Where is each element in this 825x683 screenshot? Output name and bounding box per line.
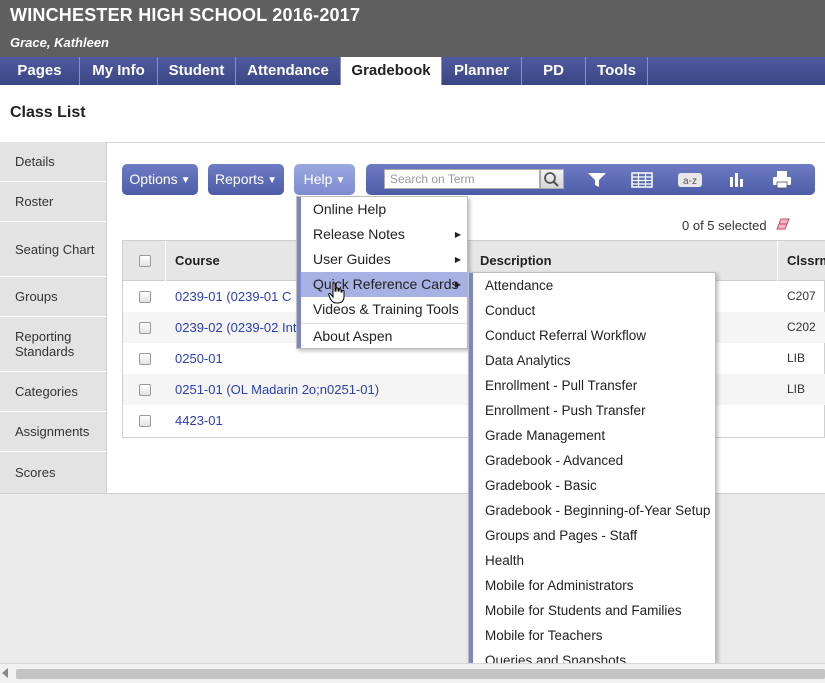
row-checkbox[interactable] (139, 415, 151, 427)
quick-reference-submenu: Attendance Conduct Conduct Referral Work… (468, 272, 716, 666)
menu-item-online-help[interactable]: Online Help (301, 197, 467, 222)
horizontal-scrollbar[interactable] (0, 663, 825, 683)
column-divider (165, 241, 166, 281)
side-tab-assignments[interactable]: Assignments (0, 412, 106, 452)
column-course[interactable]: Course (175, 241, 220, 281)
course-link[interactable]: 0250-01 (175, 343, 223, 374)
submenu-arrow-icon: ▶ (454, 280, 461, 289)
submenu-item[interactable]: Gradebook - Advanced (473, 448, 715, 473)
select-all-checkbox[interactable] (139, 255, 151, 267)
room-cell: LIB (787, 351, 806, 365)
eraser-icon[interactable] (775, 217, 791, 231)
search-input[interactable]: Search on Term (384, 169, 540, 189)
submenu-item[interactable]: Gradebook - Basic (473, 473, 715, 498)
grid-view-icon[interactable] (631, 170, 653, 189)
selection-count: 0 of 5 selected (682, 218, 767, 233)
column-room[interactable]: Clssrm (787, 241, 825, 281)
nav-fill (648, 57, 825, 85)
row-checkbox[interactable] (139, 291, 151, 303)
submenu-item[interactable]: Conduct (473, 298, 715, 323)
reports-label: Reports (215, 171, 265, 187)
submenu-item[interactable]: Mobile for Students and Families (473, 598, 715, 623)
user-name[interactable]: Grace, Kathleen (10, 35, 109, 50)
course-link[interactable]: 0239-02 (0239-02 Intr (175, 312, 301, 343)
row-checkbox[interactable] (139, 353, 151, 365)
tab-student[interactable]: Student (158, 57, 236, 85)
caret-down-icon: ▼ (180, 175, 191, 186)
submenu-item[interactable]: Gradebook - Beginning-of-Year Setup (473, 498, 715, 523)
course-link[interactable]: 0251-01 (OL Madarin 2o;n0251-01) (175, 374, 379, 405)
menu-item-label: User Guides (313, 251, 391, 267)
menu-item-videos-training[interactable]: Videos & Training Tools (301, 297, 467, 322)
help-button[interactable]: Help ▼ (294, 164, 355, 195)
side-tabs: Details Roster Seating Chart Groups Repo… (0, 142, 107, 493)
submenu-item[interactable]: Groups and Pages - Staff (473, 523, 715, 548)
side-tab-seating-chart[interactable]: Seating Chart (0, 222, 106, 277)
caret-down-icon: ▼ (335, 175, 346, 186)
menu-item-label: Release Notes (313, 226, 405, 242)
menu-item-user-guides[interactable]: User Guides ▶ (301, 247, 467, 272)
side-tab-roster[interactable]: Roster (0, 182, 106, 222)
room-cell: LIB (787, 382, 806, 396)
hand-pointer-icon (328, 282, 345, 304)
side-tab-groups[interactable]: Groups (0, 277, 106, 317)
menu-item-about-aspen[interactable]: About Aspen (301, 324, 467, 349)
submenu-item[interactable]: Mobile for Teachers (473, 623, 715, 648)
scroll-left-icon[interactable] (2, 668, 8, 678)
side-tab-reporting-standards[interactable]: Reporting Standards (0, 317, 106, 372)
room-cell: C202 (787, 320, 816, 334)
column-divider (777, 241, 778, 281)
caret-down-icon: ▼ (267, 175, 277, 186)
menu-item-label: Online Help (313, 201, 387, 217)
list-toolbar: Search on Term a-z (366, 164, 815, 195)
options-label: Options (129, 171, 178, 187)
tab-my-info[interactable]: My Info (80, 57, 158, 85)
submenu-item[interactable]: Enrollment - Pull Transfer (473, 373, 715, 398)
help-dropdown-menu: Online Help Release Notes ▶ User Guides … (296, 196, 468, 349)
search-button[interactable] (540, 169, 564, 189)
tab-gradebook[interactable]: Gradebook (341, 57, 442, 85)
room-cell: C207 (787, 289, 816, 303)
scrollbar-thumb[interactable] (16, 669, 825, 679)
row-checkbox[interactable] (139, 322, 151, 334)
row-checkbox[interactable] (139, 384, 151, 396)
app-window: WINCHESTER HIGH SCHOOL 2016-2017 Grace, … (0, 0, 825, 683)
tab-tools[interactable]: Tools (586, 57, 648, 85)
reports-button[interactable]: Reports ▼ (208, 164, 284, 195)
side-tab-categories[interactable]: Categories (0, 372, 106, 412)
sort-az-icon[interactable]: a-z (677, 170, 703, 189)
menu-item-release-notes[interactable]: Release Notes ▶ (301, 222, 467, 247)
tab-pd[interactable]: PD (522, 57, 586, 85)
submenu-item[interactable]: Conduct Referral Workflow (473, 323, 715, 348)
submenu-item[interactable]: Attendance (473, 273, 715, 298)
menu-item-label: About Aspen (313, 328, 393, 344)
submenu-item[interactable]: Enrollment - Push Transfer (473, 398, 715, 423)
submenu-item[interactable]: Mobile for Administrators (473, 573, 715, 598)
tab-attendance[interactable]: Attendance (236, 57, 341, 85)
options-button[interactable]: Options ▼ (122, 164, 198, 195)
side-tab-scores[interactable]: Scores (0, 452, 106, 492)
chart-icon[interactable] (726, 170, 748, 189)
side-tab-details[interactable]: Details (0, 142, 106, 182)
school-title: WINCHESTER HIGH SCHOOL 2016-2017 (10, 5, 361, 25)
search-icon (544, 172, 559, 187)
help-label: Help (303, 171, 333, 187)
course-link[interactable]: 0239-01 (0239-01 C E (175, 281, 304, 312)
filter-icon[interactable] (586, 170, 608, 189)
print-icon[interactable] (771, 170, 793, 189)
tab-planner[interactable]: Planner (442, 57, 522, 85)
top-navigation: Pages My Info Student Attendance Gradebo… (0, 57, 825, 85)
course-link[interactable]: 4423-01 (175, 405, 223, 436)
submenu-item[interactable]: Health (473, 548, 715, 573)
page-title: Class List (10, 104, 86, 121)
app-header: WINCHESTER HIGH SCHOOL 2016-2017 Grace, … (0, 0, 825, 57)
submenu-item[interactable]: Grade Management (473, 423, 715, 448)
submenu-arrow-icon: ▶ (454, 255, 461, 264)
menu-item-quick-reference-cards[interactable]: Quick Reference Cards ▶ (301, 272, 467, 297)
tab-pages[interactable]: Pages (0, 57, 80, 85)
submenu-item[interactable]: Data Analytics (473, 348, 715, 373)
submenu-arrow-icon: ▶ (454, 230, 461, 239)
svg-text:a-z: a-z (683, 176, 697, 187)
